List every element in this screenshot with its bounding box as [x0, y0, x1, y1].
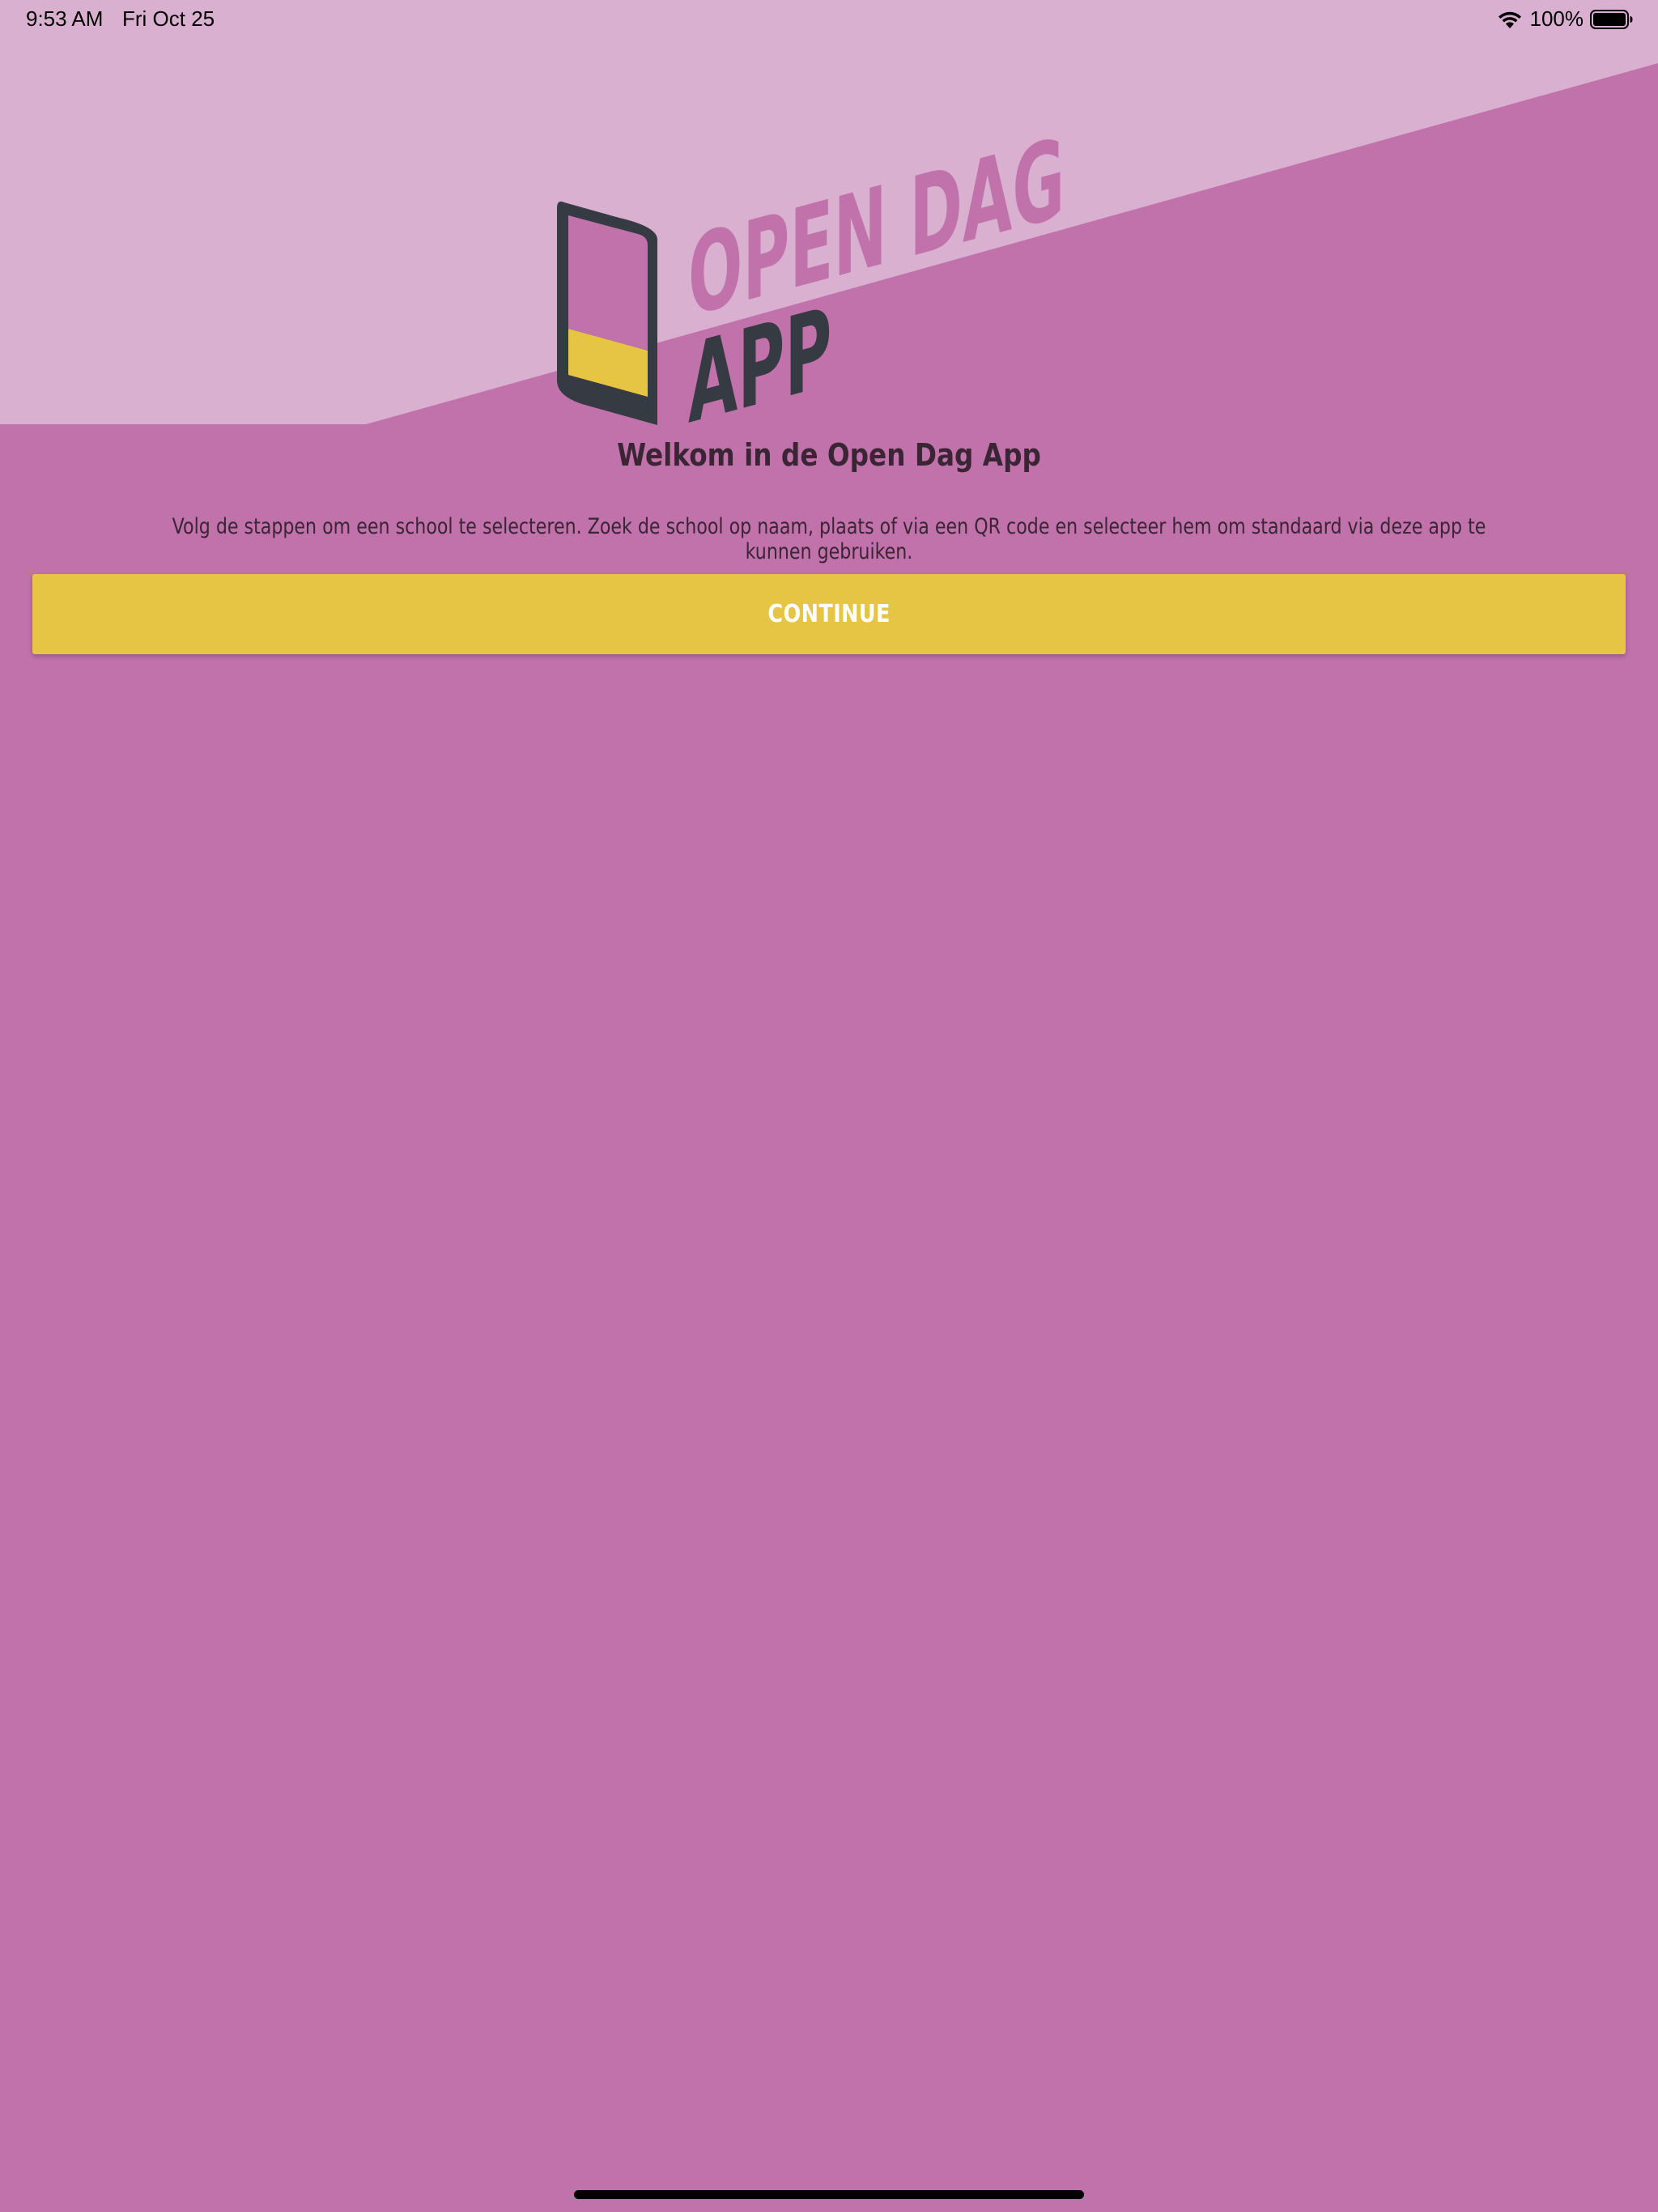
battery-percent: 100% [1529, 6, 1584, 31]
open-dag-app-logo: OPEN DAG APP [551, 113, 1117, 449]
continue-button[interactable]: CONTINUE [32, 574, 1626, 654]
welcome-description: Volg de stappen om een school te selecte… [172, 514, 1486, 564]
status-indicators: 100% [1496, 6, 1635, 32]
status-bar: 9:53 AM Fri Oct 25 100% [0, 0, 1658, 39]
phone-icon [557, 201, 657, 425]
continue-button-label: CONTINUE [767, 600, 891, 628]
wifi-icon [1496, 9, 1524, 30]
battery-icon [1590, 9, 1634, 30]
status-time: 9:53 AM [26, 6, 104, 31]
status-date: Fri Oct 25 [122, 6, 215, 31]
home-indicator[interactable] [574, 2190, 1084, 2199]
welcome-title: Welkom in de Open Dag App [617, 437, 1041, 473]
